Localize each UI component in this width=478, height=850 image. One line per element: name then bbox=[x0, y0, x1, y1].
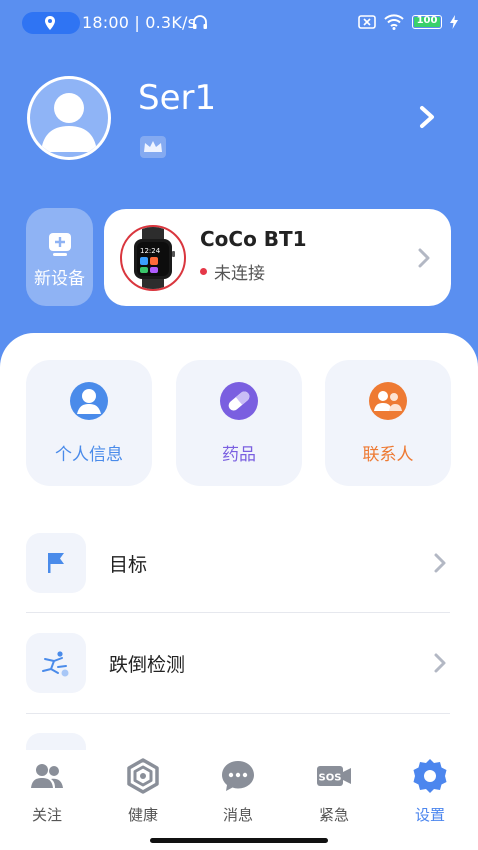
charging-icon bbox=[450, 15, 458, 29]
sim-off-icon bbox=[358, 15, 376, 29]
status-time-speed: 18:00 | 0.3K/s bbox=[82, 13, 197, 32]
fall-detection-icon bbox=[26, 633, 86, 693]
quick-personal-info-label: 个人信息 bbox=[55, 445, 123, 465]
sos-icon: SOS bbox=[317, 766, 351, 786]
sos-icon-text: SOS bbox=[319, 773, 342, 784]
menu-item-fall-detection[interactable]: 跌倒检测 bbox=[26, 633, 450, 693]
tab-messages[interactable]: 消息 bbox=[203, 758, 273, 824]
tab-follow-label: 关注 bbox=[31, 806, 62, 824]
menu-item-target-label: 目标 bbox=[109, 554, 148, 576]
tab-bar: 关注 健康 消息 SOS 紧急 设置 bbox=[0, 750, 478, 850]
flag-icon bbox=[26, 533, 86, 593]
quick-medicine[interactable]: 药品 bbox=[176, 360, 302, 486]
tab-messages-label: 消息 bbox=[222, 806, 253, 824]
pill-icon bbox=[220, 382, 258, 420]
status-bar: 18:00 | 0.3K/s 100 bbox=[0, 0, 478, 46]
headset-icon bbox=[193, 15, 207, 29]
new-device-label: 新设备 bbox=[34, 269, 85, 289]
tab-health-label: 健康 bbox=[127, 806, 158, 824]
new-device-button[interactable]: 新设备 bbox=[26, 208, 93, 306]
battery-icon: 100 bbox=[412, 15, 442, 29]
settings-icon bbox=[413, 759, 447, 793]
watch-image: 12:24 bbox=[120, 225, 186, 291]
device-name: CoCo BT1 bbox=[200, 227, 307, 251]
device-status: 未连接 bbox=[214, 264, 265, 284]
username[interactable]: Ser1 bbox=[138, 78, 216, 118]
profile-arrow-icon[interactable] bbox=[414, 104, 440, 130]
status-right-group: 100 bbox=[358, 14, 458, 30]
divider bbox=[26, 612, 450, 613]
chevron-right-icon bbox=[434, 653, 446, 673]
avatar[interactable] bbox=[27, 76, 111, 160]
quick-personal-info[interactable]: 个人信息 bbox=[26, 360, 152, 486]
contacts-icon bbox=[369, 382, 407, 420]
avatar-person-icon bbox=[41, 93, 97, 152]
tab-emergency[interactable]: SOS 紧急 bbox=[299, 758, 369, 824]
tab-follow[interactable]: 关注 bbox=[12, 758, 82, 824]
wifi-icon bbox=[384, 14, 404, 30]
location-icon bbox=[45, 16, 55, 30]
watch-time: 12:24 bbox=[140, 247, 161, 255]
quick-contacts[interactable]: 联系人 bbox=[325, 360, 451, 486]
tab-settings[interactable]: 设置 bbox=[395, 758, 465, 824]
tab-settings-label: 设置 bbox=[414, 806, 445, 824]
crown-icon bbox=[140, 136, 166, 158]
home-indicator[interactable] bbox=[150, 838, 328, 843]
person-icon bbox=[70, 382, 108, 420]
disconnected-dot bbox=[200, 268, 207, 275]
tab-health[interactable]: 健康 bbox=[108, 758, 178, 824]
device-card[interactable]: 12:24 CoCo BT1 未连接 bbox=[104, 209, 451, 306]
quick-medicine-label: 药品 bbox=[222, 445, 256, 465]
people-icon bbox=[31, 764, 63, 788]
health-icon bbox=[127, 758, 159, 794]
menu-item-fall-detection-label: 跌倒检测 bbox=[109, 654, 186, 676]
chevron-right-icon bbox=[434, 553, 446, 573]
location-indicator bbox=[22, 12, 80, 34]
quick-contacts-label: 联系人 bbox=[362, 445, 414, 465]
divider bbox=[26, 713, 450, 714]
tab-emergency-label: 紧急 bbox=[318, 806, 349, 824]
menu-item-target[interactable]: 目标 bbox=[26, 533, 450, 593]
message-icon bbox=[222, 761, 254, 791]
battery-level: 100 bbox=[416, 15, 438, 26]
device-arrow-icon bbox=[418, 248, 430, 268]
add-device-icon bbox=[49, 233, 71, 256]
